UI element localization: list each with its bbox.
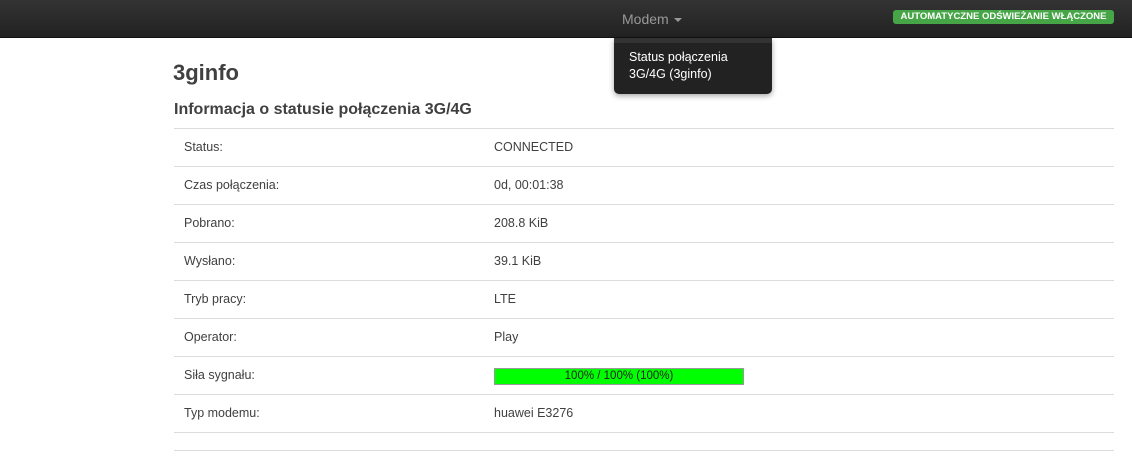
row-label: Operator:: [184, 330, 237, 344]
table-row-operator: Operator: Play: [174, 319, 1114, 357]
dropdown-item-3ginfo[interactable]: Status połączenia 3G/4G (3ginfo): [614, 43, 772, 83]
row-value: 0d, 00:01:38: [494, 178, 564, 192]
row-label: Siła sygnału:: [184, 368, 255, 382]
row-label: Wysłano:: [184, 254, 236, 268]
modem-menu-label: Modem: [622, 11, 669, 27]
table-row-mode: Tryb pracy: LTE: [174, 281, 1114, 319]
chevron-down-icon: [673, 18, 682, 22]
top-navbar: Modem AUTOMATYCZNE ODŚWIEŻANIE WŁĄCZONE: [0, 0, 1132, 38]
table-row-status: Status: CONNECTED: [174, 129, 1114, 167]
row-label: Pobrano:: [184, 216, 235, 230]
table-row-connection-time: Czas połączenia: 0d, 00:01:38: [174, 167, 1114, 205]
row-value: Play: [494, 330, 519, 344]
row-label: Tryb pracy:: [184, 292, 247, 306]
signal-strength-text: 100% / 100% (100%): [564, 370, 674, 382]
row-value: huawei E3276: [494, 406, 574, 420]
status-table: Status: CONNECTED Czas połączenia: 0d, 0…: [174, 128, 1114, 433]
table-row-modem-type: Typ modemu: huawei E3276: [174, 395, 1114, 433]
table-row-downloaded: Pobrano: 208.8 KiB: [174, 205, 1114, 243]
page-title: 3ginfo: [173, 60, 239, 85]
signal-strength-bar: 100% / 100% (100%): [494, 368, 744, 385]
row-label: Status:: [184, 140, 223, 154]
auto-refresh-badge[interactable]: AUTOMATYCZNE ODŚWIEŻANIE WŁĄCZONE: [893, 10, 1114, 24]
table-row-signal: Siła sygnału: 100% / 100% (100%): [174, 357, 1114, 395]
row-value: CONNECTED: [494, 140, 574, 154]
row-value: 208.8 KiB: [494, 216, 549, 230]
modem-menu[interactable]: Modem: [614, 0, 772, 38]
row-value: 39.1 KiB: [494, 254, 542, 268]
row-label: Czas połączenia:: [184, 178, 280, 192]
table-row-uploaded: Wysłano: 39.1 KiB: [174, 243, 1114, 281]
row-value: LTE: [494, 292, 516, 306]
section-title: Informacja o statusie połączenia 3G/4G: [174, 101, 472, 118]
row-label: Typ modemu:: [184, 406, 260, 420]
table-bottom-divider: [174, 450, 1114, 451]
modem-dropdown-menu: Status połączenia 3G/4G (3ginfo): [614, 38, 772, 94]
